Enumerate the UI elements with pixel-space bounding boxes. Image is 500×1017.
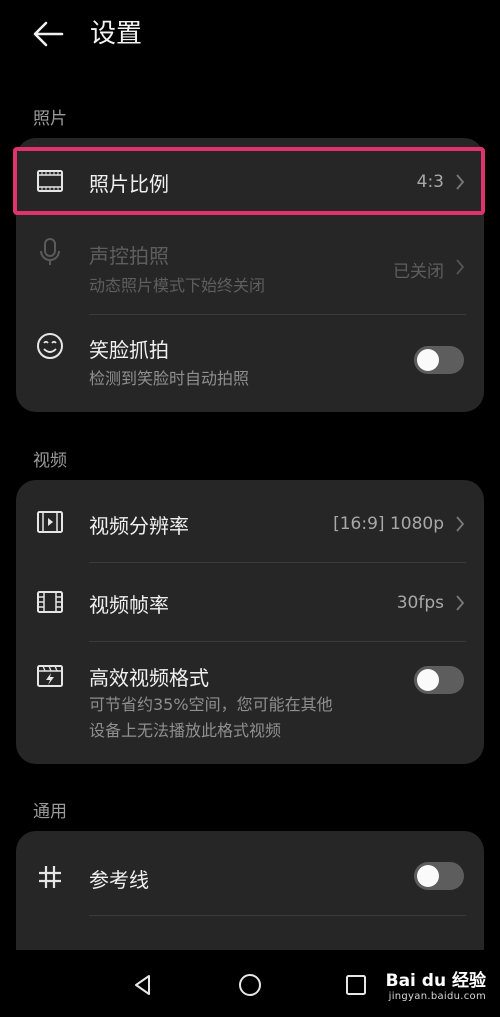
section-label-photo: 照片 bbox=[33, 109, 67, 129]
chevron-right-icon bbox=[456, 259, 465, 275]
video-resolution-icon bbox=[37, 511, 63, 533]
highlight-box bbox=[13, 147, 485, 215]
divider bbox=[89, 915, 466, 916]
nav-recents-icon[interactable] bbox=[343, 972, 369, 998]
video-resolution-row[interactable]: 视频分辨率 [16:9] 1080p bbox=[16, 480, 484, 562]
toggle-knob bbox=[417, 669, 439, 691]
smile-capture-title: 笑脸抓拍 bbox=[89, 338, 169, 362]
voice-capture-subtitle: 动态照片模式下始终关闭 bbox=[89, 276, 266, 295]
video-resolution-title: 视频分辨率 bbox=[89, 514, 189, 538]
video-frame-rate-value: 30fps bbox=[396, 593, 444, 613]
toggle-knob bbox=[417, 865, 439, 887]
smile-capture-subtitle: 检测到笑脸时自动拍照 bbox=[89, 369, 250, 388]
baidu-jingyan-watermark: Bai du 经验 jingyan.baidu.com bbox=[386, 966, 486, 1002]
smile-capture-row: 笑脸抓拍 检测到笑脸时自动拍照 bbox=[16, 316, 484, 412]
video-resolution-value: [16:9] 1080p bbox=[333, 514, 444, 534]
voice-capture-value: 已关闭 bbox=[393, 262, 444, 282]
section-label-video: 视频 bbox=[33, 451, 67, 471]
watermark-url: jingyan.baidu.com bbox=[388, 991, 486, 1002]
toggle-knob bbox=[417, 349, 439, 371]
video-frame-rate-row[interactable]: 视频帧率 30fps bbox=[16, 563, 484, 641]
smile-capture-toggle[interactable] bbox=[414, 346, 464, 374]
gridlines-row: 参考线 bbox=[16, 831, 484, 915]
section-label-general: 通用 bbox=[33, 802, 67, 822]
hash-grid-icon bbox=[39, 866, 61, 888]
video-efficient-icon bbox=[37, 665, 63, 687]
microphone-icon bbox=[40, 238, 60, 265]
nav-home-icon[interactable] bbox=[237, 972, 263, 998]
arrow-left-icon bbox=[33, 21, 64, 47]
back-button[interactable] bbox=[28, 14, 68, 54]
efficient-video-format-row: 高效视频格式 可节省约35%空间，您可能在其他 设备上无法播放此格式视频 bbox=[16, 642, 484, 764]
nav-back-icon[interactable] bbox=[130, 972, 156, 998]
video-settings-card: 视频分辨率 [16:9] 1080p 视频帧率 30fps 高效视频格式 可节省… bbox=[16, 480, 484, 764]
app-header: 设置 bbox=[0, 0, 500, 70]
efficient-video-format-title: 高效视频格式 bbox=[89, 666, 209, 690]
watermark-brand: Bai du 经验 bbox=[385, 971, 486, 991]
video-frame-rate-title: 视频帧率 bbox=[89, 593, 169, 617]
efficient-video-format-subtitle-line2: 设备上无法播放此格式视频 bbox=[89, 721, 282, 740]
chevron-right-icon bbox=[456, 595, 465, 611]
voice-capture-row[interactable]: 声控拍照 动态照片模式下始终关闭 已关闭 bbox=[16, 224, 484, 316]
voice-capture-title: 声控拍照 bbox=[89, 244, 169, 268]
divider bbox=[89, 314, 466, 315]
film-strip-icon bbox=[37, 591, 63, 613]
chevron-right-icon bbox=[456, 516, 465, 532]
page-title: 设置 bbox=[90, 19, 143, 49]
gridlines-title: 参考线 bbox=[89, 868, 149, 892]
efficient-video-format-subtitle-line1: 可节省约35%空间，您可能在其他 bbox=[89, 695, 333, 714]
efficient-video-format-toggle[interactable] bbox=[414, 666, 464, 694]
gridlines-toggle[interactable] bbox=[414, 862, 464, 890]
smile-face-icon bbox=[37, 333, 63, 359]
